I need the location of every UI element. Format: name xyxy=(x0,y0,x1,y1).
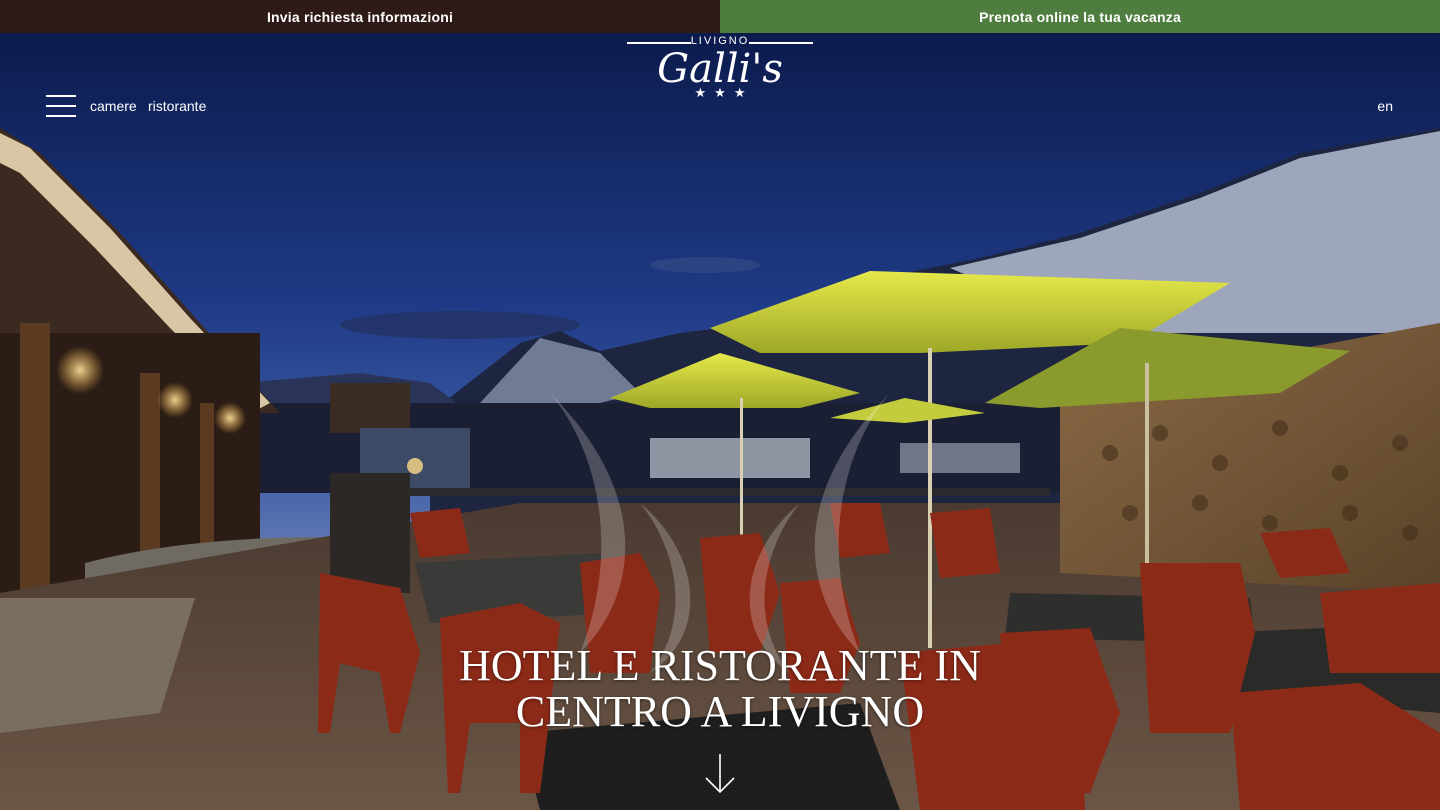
nav-link-camere[interactable]: camere xyxy=(90,98,137,114)
top-bar: Invia richiesta informazioni Prenota onl… xyxy=(0,0,1440,33)
hamburger-icon[interactable] xyxy=(46,95,76,117)
info-request-button[interactable]: Invia richiesta informazioni xyxy=(0,0,720,33)
hero-headline: HOTEL E RISTORANTE IN CENTRO A LIVIGNO xyxy=(370,643,1070,735)
hero-headline-line2: CENTRO A LIVIGNO xyxy=(515,687,925,736)
main-navigation: camere ristorante en xyxy=(0,33,1440,143)
language-switch[interactable]: en xyxy=(1377,98,1393,114)
nav-link-ristorante[interactable]: ristorante xyxy=(148,98,206,114)
book-online-button[interactable]: Prenota online la tua vacanza xyxy=(720,0,1440,33)
hero-headline-line1: HOTEL E RISTORANTE IN xyxy=(459,641,981,690)
arrow-down-icon[interactable] xyxy=(702,752,738,796)
